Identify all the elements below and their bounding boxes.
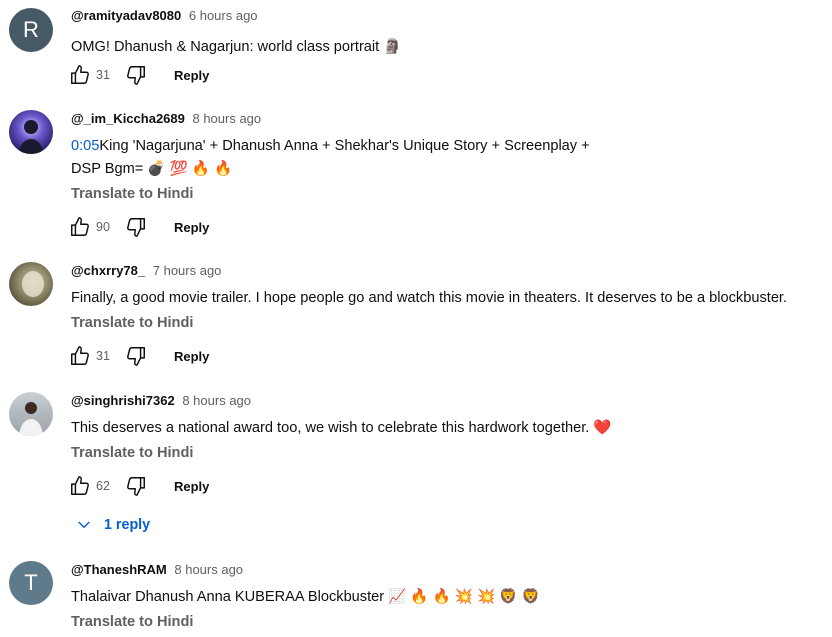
reply-button[interactable]: Reply bbox=[174, 68, 209, 83]
avatar[interactable] bbox=[9, 262, 53, 306]
avatar[interactable]: T bbox=[9, 561, 53, 605]
comment-text: Thalaivar Dhanush Anna KUBERAA Blockbust… bbox=[71, 589, 540, 605]
comment-text-line: DSP Bgm= 💣 💯 🔥 🔥 bbox=[71, 161, 233, 177]
comment-actions: 90 Reply bbox=[68, 215, 209, 239]
comment-text: Finally, a good movie trailer. I hope pe… bbox=[71, 290, 788, 306]
comment-header: @ThaneshRAM 8 hours ago bbox=[71, 561, 832, 579]
like-count: 62 bbox=[96, 479, 110, 493]
comment-header: @ramityadav8080 6 hours ago bbox=[71, 7, 832, 25]
comment-time[interactable]: 6 hours ago bbox=[189, 8, 258, 23]
translate-button[interactable]: Translate to Hindi bbox=[71, 612, 832, 632]
avatar-letter: R bbox=[23, 17, 39, 42]
comment-actions: 62 Reply bbox=[68, 474, 209, 498]
translate-button[interactable]: Translate to Hindi bbox=[71, 184, 832, 204]
like-count: 90 bbox=[96, 220, 110, 234]
thumbs-up-icon[interactable] bbox=[68, 474, 92, 498]
reply-button[interactable]: Reply bbox=[174, 479, 209, 494]
like-count: 31 bbox=[96, 349, 110, 363]
thumbs-down-icon[interactable] bbox=[124, 344, 148, 368]
reply-button[interactable]: Reply bbox=[174, 349, 209, 364]
comment-header: @singhrishi7362 8 hours ago bbox=[71, 392, 832, 410]
view-replies-button[interactable]: 1 reply bbox=[72, 513, 150, 537]
thumbs-up-icon[interactable] bbox=[68, 215, 92, 239]
author-name[interactable]: @_im_Kiccha2689 bbox=[71, 111, 185, 126]
reply-button[interactable]: Reply bbox=[174, 220, 209, 235]
comment-text-line: 0:05King 'Nagarjuna' + Dhanush Anna + Sh… bbox=[71, 135, 832, 158]
chevron-down-icon bbox=[72, 513, 96, 537]
comment-time[interactable]: 7 hours ago bbox=[153, 263, 222, 278]
avatar[interactable] bbox=[9, 392, 53, 436]
replies-count-label: 1 reply bbox=[104, 517, 151, 533]
translate-button[interactable]: Translate to Hindi bbox=[71, 443, 832, 463]
comment-header: @_im_Kiccha2689 8 hours ago bbox=[71, 110, 832, 128]
avatar-letter: T bbox=[24, 570, 38, 595]
avatar-image bbox=[18, 120, 44, 154]
comment-time[interactable]: 8 hours ago bbox=[182, 393, 251, 408]
avatar-image bbox=[19, 402, 43, 436]
like-count: 31 bbox=[96, 68, 110, 82]
thumbs-up-icon[interactable] bbox=[68, 344, 92, 368]
thumbs-down-icon[interactable] bbox=[124, 215, 148, 239]
author-name[interactable]: @ramityadav8080 bbox=[71, 8, 181, 23]
comment-time[interactable]: 8 hours ago bbox=[192, 111, 261, 126]
comment-actions: 31 Reply bbox=[68, 63, 209, 87]
comment-text: King 'Nagarjuna' + Dhanush Anna + Shekha… bbox=[99, 138, 590, 154]
comment-header: @chxrry78_ 7 hours ago bbox=[71, 262, 832, 280]
comment-text: This deserves a national award too, we w… bbox=[71, 420, 612, 436]
author-name[interactable]: @singhrishi7362 bbox=[71, 393, 175, 408]
thumbs-down-icon[interactable] bbox=[124, 63, 148, 87]
translate-button[interactable]: Translate to Hindi bbox=[71, 313, 832, 333]
comment-time[interactable]: 8 hours ago bbox=[174, 562, 243, 577]
author-name[interactable]: @ThaneshRAM bbox=[71, 562, 167, 577]
avatar-image bbox=[22, 271, 44, 297]
comment-text: OMG! Dhanush & Nagarjun: world class por… bbox=[71, 39, 402, 55]
thumbs-up-icon[interactable] bbox=[68, 63, 92, 87]
comment-actions: 31 Reply bbox=[68, 344, 209, 368]
thumbs-down-icon[interactable] bbox=[124, 474, 148, 498]
avatar[interactable]: R bbox=[9, 8, 53, 52]
avatar[interactable] bbox=[9, 110, 53, 154]
author-name[interactable]: @chxrry78_ bbox=[71, 263, 145, 278]
timestamp-link[interactable]: 0:05 bbox=[71, 138, 99, 154]
